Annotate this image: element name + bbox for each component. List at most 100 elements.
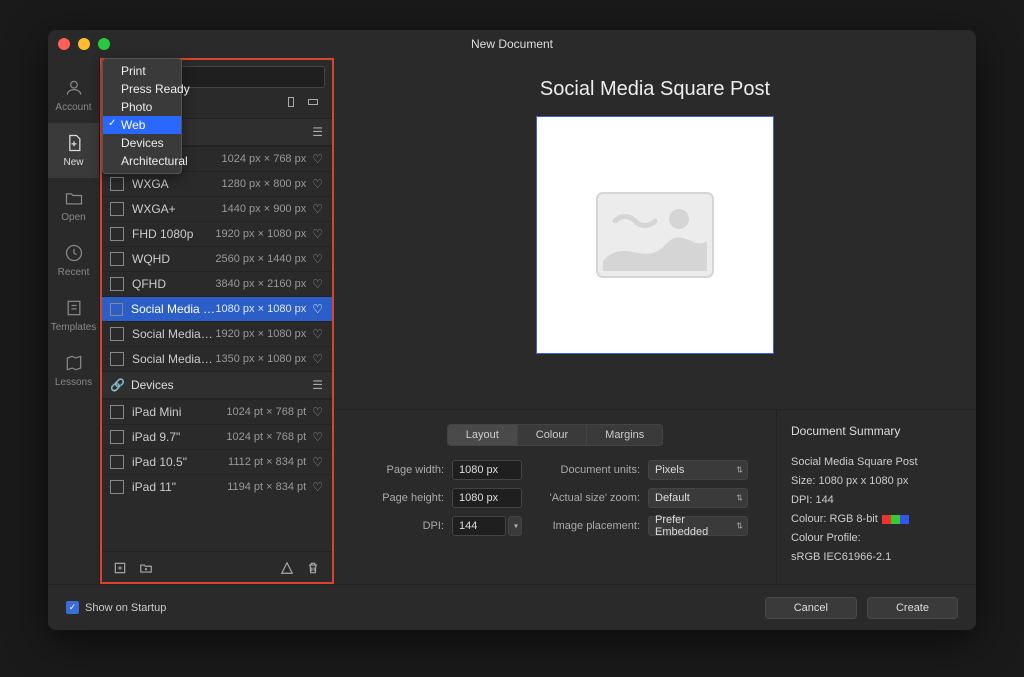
preview-title: Social Media Square Post: [540, 78, 770, 101]
page-width-input[interactable]: 1080 px: [452, 460, 522, 480]
preset-thumb-icon: [110, 303, 123, 316]
tab-layout[interactable]: Layout: [447, 424, 518, 446]
preset-name: QFHD: [132, 277, 215, 291]
heart-icon[interactable]: ♡: [312, 227, 323, 241]
tab-margins[interactable]: Margins: [587, 424, 663, 446]
dropdown-item-architectural[interactable]: Architectural: [103, 152, 181, 170]
preset-thumb-icon: [110, 352, 124, 366]
preset-row[interactable]: iPad 10.5"1112 pt × 834 pt ♡: [100, 449, 333, 474]
sidebar-item-open[interactable]: Open: [48, 178, 99, 233]
add-folder-icon[interactable]: [138, 560, 154, 576]
hamburger-icon[interactable]: ☰: [312, 378, 323, 392]
preset-thumb-icon: [110, 405, 124, 419]
page-height-label: Page height:: [352, 492, 444, 504]
landscape-orient-icon[interactable]: [305, 94, 321, 110]
heart-icon[interactable]: ♡: [312, 177, 323, 191]
placement-select[interactable]: Prefer Embedded⇅: [648, 516, 748, 536]
preset-name: iPad 10.5": [132, 455, 228, 469]
doc-units-select[interactable]: Pixels⇅: [648, 460, 748, 480]
page-height-input[interactable]: 1080 px: [452, 488, 522, 508]
window-body: Account New Open Recent Templates Lesson…: [48, 58, 976, 584]
summary-size: Size: 1080 px x 1080 px: [791, 475, 962, 487]
sidebar-item-lessons[interactable]: Lessons: [48, 343, 99, 398]
zoom-select[interactable]: Default⇅: [648, 488, 748, 508]
add-preset-icon[interactable]: [112, 560, 128, 576]
preset-row[interactable]: FHD 1080p1920 px × 1080 px ♡: [100, 221, 333, 246]
tab-colour[interactable]: Colour: [518, 424, 587, 446]
portrait-orient-icon[interactable]: [283, 94, 299, 110]
zoom-window-button[interactable]: [98, 38, 110, 50]
dpi-stepper[interactable]: ▾: [508, 516, 522, 536]
preset-dimensions: 1080 px × 1080 px: [215, 303, 306, 315]
preset-row[interactable]: iPad 11"1194 pt × 834 pt♡: [100, 474, 333, 499]
sidebar-item-new[interactable]: New: [48, 123, 99, 178]
close-window-button[interactable]: [58, 38, 70, 50]
main-area: Social Media Square Post LayoutColourMar…: [334, 58, 976, 584]
heart-icon[interactable]: ♡: [312, 277, 323, 291]
dropdown-item-press-ready[interactable]: Press Ready: [103, 80, 181, 98]
preset-dimensions: 1350 px × 1080 px: [215, 353, 306, 365]
map-icon: [64, 353, 84, 373]
preset-row[interactable]: QFHD3840 px × 2160 px♡: [100, 271, 333, 296]
heart-icon[interactable]: ♡: [312, 480, 323, 494]
preset-dimensions: 1920 px × 1080 px: [215, 228, 306, 240]
heart-icon[interactable]: ♡: [312, 352, 323, 366]
preset-row[interactable]: WXGA1280 px × 800 px♡: [100, 171, 333, 196]
preset-row[interactable]: iPad Mini1024 pt × 768 pt♡: [100, 399, 333, 424]
dpi-input[interactable]: 144: [452, 516, 506, 536]
dropdown-item-web[interactable]: Web: [103, 116, 181, 134]
summary-title: Document Summary: [791, 424, 962, 438]
preset-dimensions: 2560 px × 1440 px: [215, 253, 306, 265]
sidebar-item-templates[interactable]: Templates: [48, 288, 99, 343]
settings-panel: LayoutColourMargins Page width: 1080 px …: [334, 409, 976, 584]
heart-icon[interactable]: ♡: [312, 430, 323, 444]
show-startup-label: Show on Startup: [85, 602, 166, 614]
heart-icon[interactable]: ♡: [312, 152, 323, 166]
preset-thumb-icon: [110, 327, 124, 341]
left-sidebar: Account New Open Recent Templates Lesson…: [48, 58, 100, 584]
dropdown-item-devices[interactable]: Devices: [103, 134, 181, 152]
swatch-blue: [900, 515, 909, 524]
dropdown-item-print[interactable]: Print: [103, 62, 181, 80]
preset-name: WXGA: [132, 177, 222, 191]
dropdown-item-photo[interactable]: Photo: [103, 98, 181, 116]
heart-icon[interactable]: ♡: [312, 405, 323, 419]
cancel-button[interactable]: Cancel: [765, 597, 857, 619]
preset-row[interactable]: WXGA+1440 px × 900 px♡: [100, 196, 333, 221]
preset-row[interactable]: Social Media Square P...1080 px × 1080 p…: [100, 296, 333, 321]
preset-thumb-icon: [110, 227, 124, 241]
heart-icon[interactable]: ♡: [312, 202, 323, 216]
sidebar-label: Templates: [51, 322, 97, 333]
heart-icon[interactable]: ♡: [312, 455, 323, 469]
heart-icon[interactable]: ♡: [312, 252, 323, 266]
trash-icon[interactable]: [305, 560, 321, 576]
window-title: New Document: [471, 37, 553, 51]
document-summary: Document Summary Social Media Square Pos…: [776, 410, 976, 584]
rename-icon[interactable]: [279, 560, 295, 576]
titlebar: New Document: [48, 30, 976, 58]
sidebar-item-account[interactable]: Account: [48, 68, 99, 123]
preset-row[interactable]: Social Media Portrait P...1350 px × 1080…: [100, 346, 333, 371]
preset-row[interactable]: iPad 9.7"1024 pt × 768 pt♡: [100, 424, 333, 449]
preset-thumb-icon: [110, 202, 124, 216]
sidebar-item-recent[interactable]: Recent: [48, 233, 99, 288]
preset-name: Social Media Story Post: [132, 327, 215, 341]
preset-dimensions: 1920 px × 1080 px: [215, 328, 306, 340]
preset-dimensions: 1112 pt × 834 pt: [228, 456, 306, 468]
preset-row[interactable]: Social Media Story Post1920 px × 1080 px…: [100, 321, 333, 346]
sidebar-label: Lessons: [55, 377, 92, 388]
hamburger-icon[interactable]: ☰: [312, 125, 323, 139]
heart-icon[interactable]: ♡: [312, 327, 323, 341]
page-width-label: Page width:: [352, 464, 444, 476]
preset-row[interactable]: WQHD2560 px × 1440 px♡: [100, 246, 333, 271]
minimize-window-button[interactable]: [78, 38, 90, 50]
group-header-devices[interactable]: 🔗Devices☰: [100, 371, 333, 399]
show-startup-checkbox[interactable]: ✓: [66, 601, 79, 614]
sidebar-label: Account: [55, 102, 91, 113]
heart-icon[interactable]: ♡: [312, 302, 323, 316]
summary-dpi: DPI: 144: [791, 494, 962, 506]
group-icon: 🔗: [110, 378, 125, 392]
sidebar-label: Recent: [58, 267, 90, 278]
create-button[interactable]: Create: [867, 597, 958, 619]
preset-name: FHD 1080p: [132, 227, 215, 241]
